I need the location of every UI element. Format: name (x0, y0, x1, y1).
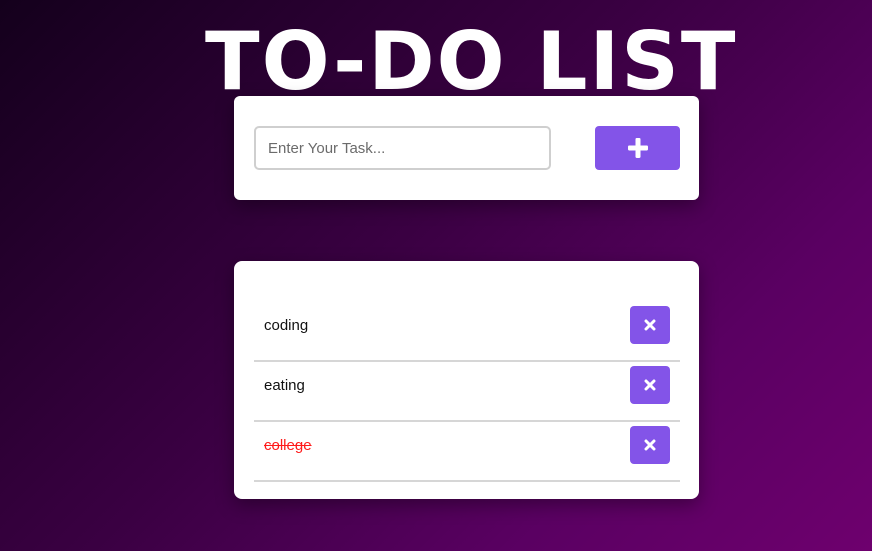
task-list: coding eating college (254, 302, 680, 482)
task-list-card: coding eating college (234, 261, 699, 499)
page-title: TO-DO LIST (205, 15, 738, 108)
task-input[interactable] (254, 126, 551, 170)
close-icon (644, 379, 656, 391)
plus-icon (627, 138, 648, 158)
delete-task-button[interactable] (630, 306, 670, 344)
add-task-button[interactable] (595, 126, 680, 170)
task-item: coding (254, 302, 680, 362)
delete-task-button[interactable] (630, 366, 670, 404)
task-text[interactable]: eating (264, 377, 305, 394)
task-input-card (234, 96, 699, 200)
close-icon (644, 319, 656, 331)
close-icon (644, 439, 656, 451)
task-text[interactable]: college (264, 437, 312, 454)
task-item: college (254, 422, 680, 482)
task-text[interactable]: coding (264, 317, 308, 334)
delete-task-button[interactable] (630, 426, 670, 464)
task-item: eating (254, 362, 680, 422)
